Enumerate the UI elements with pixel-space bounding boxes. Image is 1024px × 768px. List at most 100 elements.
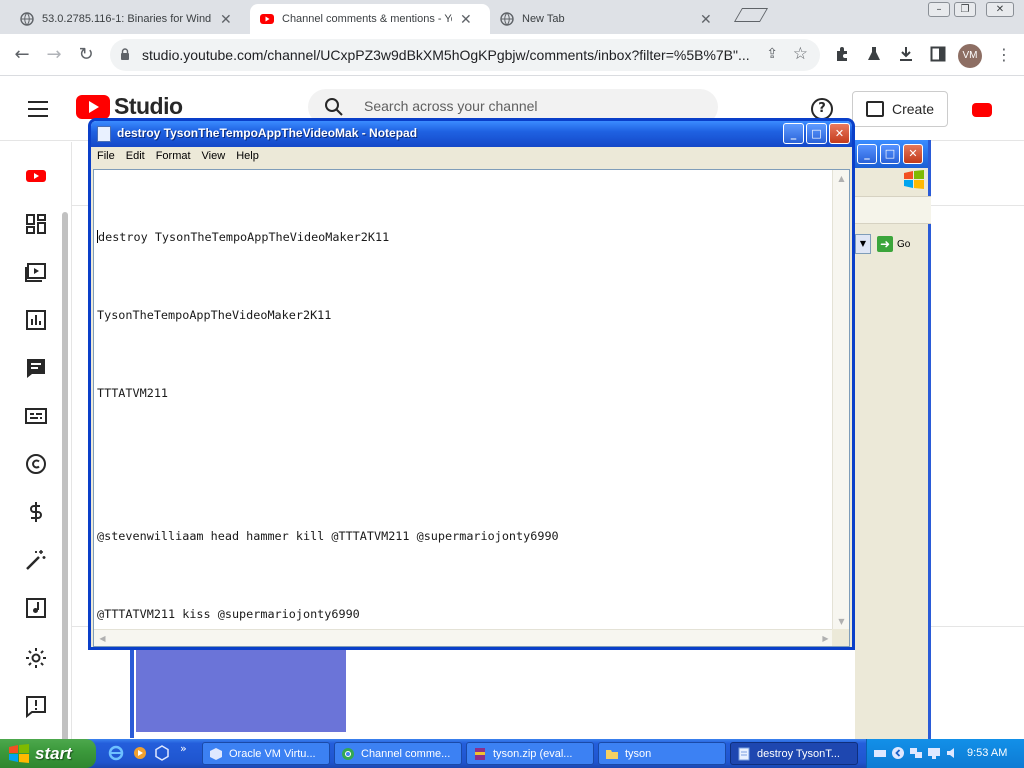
close-tab-icon[interactable]: ✕ bbox=[700, 11, 712, 28]
profile-avatar[interactable]: VM bbox=[958, 44, 982, 68]
task-tyson-zip[interactable]: tyson.zip (eval... bbox=[466, 742, 594, 765]
display-icon[interactable] bbox=[927, 746, 941, 760]
tab-title: 53.0.2785.116-1: Binaries for Wind bbox=[42, 13, 212, 25]
settings-icon[interactable] bbox=[24, 646, 48, 670]
minimize-button[interactable]: _ bbox=[857, 144, 877, 164]
url-text: studio.youtube.com/channel/UCxpPZ3w9dBkX… bbox=[142, 47, 750, 63]
maximize-button[interactable]: □ bbox=[806, 123, 827, 144]
minimize-button[interactable]: _ bbox=[783, 123, 804, 144]
notepad-titlebar[interactable]: destroy TysonTheTempoAppTheVideoMak - No… bbox=[91, 121, 852, 147]
resize-grip[interactable] bbox=[832, 629, 849, 646]
task-channel-comments[interactable]: Channel comme... bbox=[334, 742, 462, 765]
task-oracle-vm[interactable]: Oracle VM Virtu... bbox=[202, 742, 330, 765]
forward-button[interactable]: → bbox=[42, 43, 66, 67]
scroll-down-icon[interactable]: ▼ bbox=[834, 614, 849, 629]
download-icon[interactable] bbox=[898, 46, 914, 62]
go-label: Go bbox=[897, 238, 911, 250]
chrome-icon bbox=[342, 747, 354, 760]
scroll-right-icon[interactable]: ▶ bbox=[818, 631, 833, 646]
close-button[interactable]: ✕ bbox=[903, 144, 923, 164]
task-notepad[interactable]: destroy TysonT... bbox=[730, 742, 858, 765]
reload-button[interactable]: ↻ bbox=[74, 43, 98, 67]
create-video-icon bbox=[865, 101, 884, 117]
tab-channel-comments[interactable]: Channel comments & mentions - Yo ✕ bbox=[250, 4, 490, 34]
back-button[interactable]: ← bbox=[10, 43, 34, 67]
close-button[interactable]: ✕ bbox=[829, 123, 850, 144]
new-tab-button[interactable] bbox=[733, 8, 769, 22]
menu-icon[interactable] bbox=[28, 101, 48, 117]
channel-icon[interactable] bbox=[24, 164, 48, 188]
menu-format[interactable]: Format bbox=[150, 147, 196, 162]
search-icon bbox=[325, 98, 343, 116]
taskbar: start » Oracle VM Virtu... Channel comme… bbox=[0, 739, 1024, 768]
earn-icon[interactable] bbox=[24, 500, 48, 524]
close-tab-icon[interactable]: ✕ bbox=[460, 11, 472, 28]
analytics-icon[interactable] bbox=[24, 308, 48, 332]
tab-binaries[interactable]: 53.0.2785.116-1: Binaries for Wind ✕ bbox=[10, 4, 250, 34]
close-window-button[interactable]: ✕ bbox=[986, 2, 1014, 17]
virtualbox-icon[interactable] bbox=[154, 745, 170, 761]
close-tab-icon[interactable]: ✕ bbox=[220, 11, 232, 28]
maximize-button[interactable]: □ bbox=[880, 144, 900, 164]
menu-edit[interactable]: Edit bbox=[120, 147, 150, 162]
network-icon[interactable] bbox=[909, 746, 923, 760]
share-icon[interactable]: ⇪ bbox=[766, 46, 778, 62]
media-player-icon[interactable] bbox=[132, 745, 148, 761]
account-channel-icon[interactable] bbox=[972, 103, 992, 117]
menu-help[interactable]: Help bbox=[230, 147, 264, 162]
extensions-icon[interactable] bbox=[834, 46, 850, 62]
start-label: start bbox=[35, 743, 72, 763]
search-placeholder: Search across your channel bbox=[364, 98, 538, 114]
task-tyson-folder[interactable]: tyson bbox=[598, 742, 726, 765]
globe-icon bbox=[20, 12, 34, 26]
horizontal-scrollbar[interactable]: ◀ ▶ bbox=[94, 629, 834, 646]
windows-flag-icon bbox=[9, 743, 29, 763]
browser-tab-strip: 53.0.2785.116-1: Binaries for Wind ✕ Cha… bbox=[0, 0, 1024, 34]
background-explorer-window: _ □ ✕ ▼ ➜ Go bbox=[855, 140, 931, 740]
help-button[interactable]: ? bbox=[811, 98, 833, 120]
bookmark-star-icon[interactable]: ☆ bbox=[793, 44, 808, 64]
notepad-window: destroy TysonTheTempoAppTheVideoMak - No… bbox=[88, 118, 855, 650]
scroll-left-icon[interactable]: ◀ bbox=[95, 631, 110, 646]
audio-library-icon[interactable] bbox=[24, 596, 48, 620]
copyright-icon[interactable] bbox=[24, 452, 48, 476]
quick-launch-expand-icon[interactable]: » bbox=[180, 742, 187, 755]
internet-explorer-icon[interactable] bbox=[108, 745, 124, 761]
volume-icon[interactable] bbox=[945, 746, 959, 760]
start-button[interactable]: start bbox=[0, 739, 96, 768]
menu-bar: File Edit Format View Help bbox=[91, 147, 852, 167]
text-line bbox=[97, 458, 559, 471]
customization-icon[interactable] bbox=[24, 548, 48, 572]
tab-new-tab[interactable]: New Tab ✕ bbox=[490, 4, 730, 34]
menu-view[interactable]: View bbox=[196, 147, 231, 162]
vertical-scrollbar[interactable]: ▲ ▼ bbox=[832, 170, 849, 630]
tray-expand-icon[interactable] bbox=[891, 746, 905, 760]
labs-flask-icon[interactable] bbox=[866, 46, 882, 62]
chrome-menu-icon[interactable]: ⋮ bbox=[992, 43, 1016, 67]
side-panel-icon[interactable] bbox=[930, 46, 946, 62]
feedback-icon[interactable] bbox=[24, 694, 48, 718]
minimize-window-button[interactable]: – bbox=[928, 2, 950, 17]
content-icon[interactable] bbox=[24, 260, 48, 284]
text-line: @stevenwilliaam head hammer kill @TTTATV… bbox=[97, 529, 559, 543]
keyboard-icon[interactable] bbox=[873, 746, 887, 760]
comments-icon[interactable] bbox=[24, 356, 48, 380]
studio-brand: Studio bbox=[114, 93, 183, 119]
dashboard-icon[interactable] bbox=[24, 212, 48, 236]
text-editor[interactable]: destroy TysonTheTempoAppTheVideoMaker2K1… bbox=[93, 169, 850, 647]
text-line-content: destroy TysonTheTempoAppTheVideoMaker2K1… bbox=[98, 230, 390, 244]
go-arrow-icon: ➜ bbox=[877, 236, 893, 252]
address-dropdown-icon[interactable]: ▼ bbox=[855, 234, 871, 254]
subtitles-icon[interactable] bbox=[24, 404, 48, 428]
document-text: destroy TysonTheTempoAppTheVideoMaker2K1… bbox=[97, 172, 559, 679]
youtube-logo[interactable] bbox=[76, 95, 110, 119]
scroll-up-icon[interactable]: ▲ bbox=[834, 171, 849, 186]
window-title: destroy TysonTheTempoAppTheVideoMak - No… bbox=[117, 126, 418, 140]
sidebar-scrollbar[interactable] bbox=[62, 212, 68, 748]
create-button[interactable]: Create bbox=[852, 91, 948, 127]
menu-file[interactable]: File bbox=[91, 147, 120, 162]
background-window-titlebar[interactable]: _ □ ✕ bbox=[855, 140, 928, 168]
address-bar[interactable]: studio.youtube.com/channel/UCxpPZ3w9dBkX… bbox=[110, 39, 820, 71]
restore-window-button[interactable]: ❐ bbox=[954, 2, 976, 17]
go-button[interactable]: ➜ Go bbox=[877, 234, 929, 254]
